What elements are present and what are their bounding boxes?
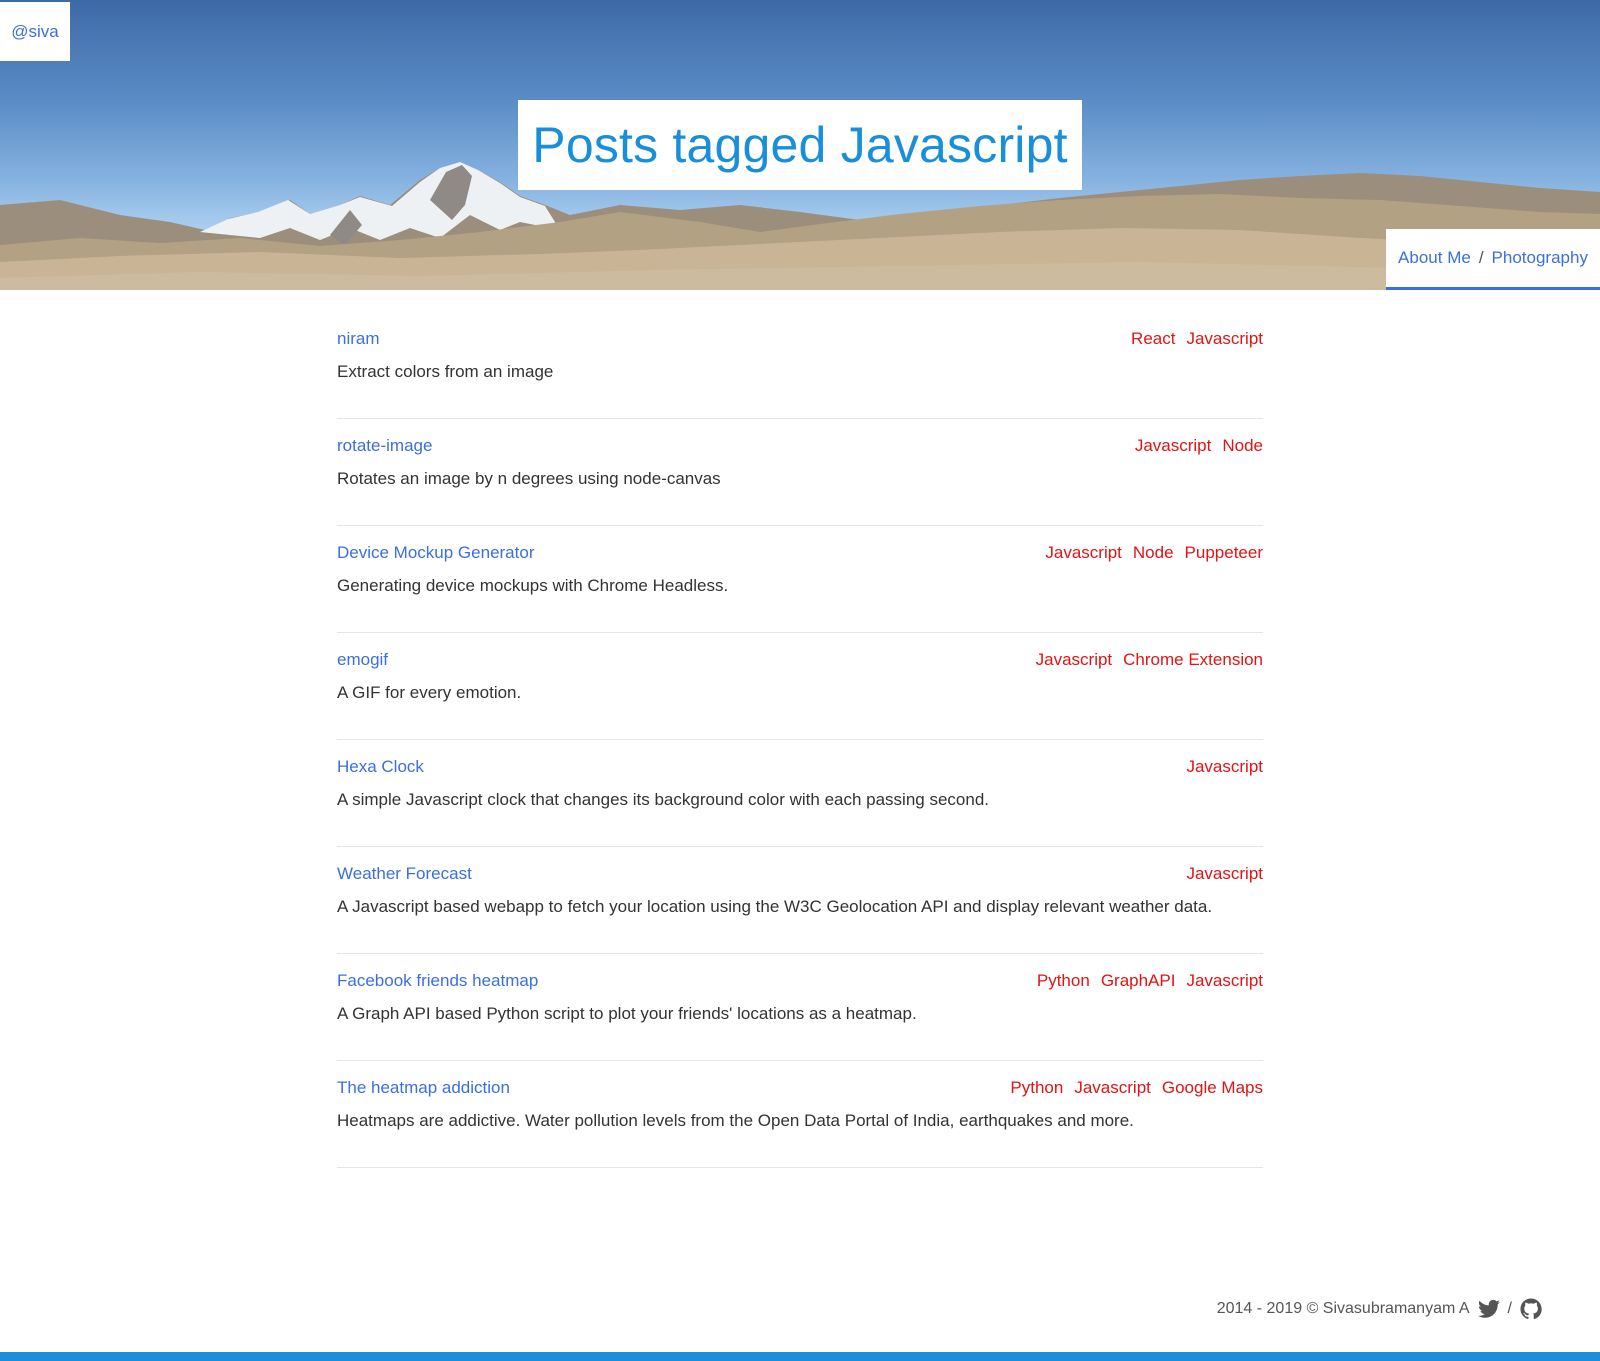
nav-photography-link[interactable]: Photography: [1492, 248, 1588, 268]
tag-link[interactable]: Chrome Extension: [1123, 650, 1263, 670]
post-title-link[interactable]: The heatmap addiction: [337, 1078, 510, 1098]
post-item: The heatmap addiction Python Javascript …: [337, 1061, 1263, 1168]
post-title-link[interactable]: niram: [337, 329, 380, 349]
post-tags: Javascript Chrome Extension: [1036, 650, 1263, 670]
post-title-link[interactable]: Weather Forecast: [337, 864, 472, 884]
post-description: Rotates an image by n degrees using node…: [337, 469, 721, 488]
post-item: Device Mockup Generator Javascript Node …: [337, 526, 1263, 633]
post-tags: Javascript Node Puppeteer: [1045, 543, 1263, 563]
home-handle-link[interactable]: @siva: [0, 2, 70, 61]
post-item: Facebook friends heatmap Python GraphAPI…: [337, 954, 1263, 1061]
tag-link[interactable]: Google Maps: [1162, 1078, 1263, 1098]
nav-about-me-link[interactable]: About Me: [1398, 248, 1471, 268]
tag-link[interactable]: Python: [1037, 971, 1090, 991]
twitter-icon[interactable]: [1477, 1299, 1500, 1319]
post-description: A GIF for every emotion.: [337, 683, 522, 702]
post-title-link[interactable]: emogif: [337, 650, 388, 670]
nav-separator: /: [1478, 248, 1484, 267]
post-tags: Python GraphAPI Javascript: [1037, 971, 1263, 991]
top-nav: About Me / Photography: [1386, 229, 1600, 290]
post-list: niram React Javascript Extract colors fr…: [337, 312, 1263, 1168]
footer-separator: /: [1507, 1300, 1512, 1317]
tag-link[interactable]: Javascript: [1186, 971, 1263, 991]
github-icon[interactable]: [1520, 1298, 1542, 1320]
post-tags: React Javascript: [1131, 329, 1263, 349]
post-tags: Javascript: [1186, 864, 1263, 884]
tag-link[interactable]: Puppeteer: [1185, 543, 1263, 563]
post-item: rotate-image Javascript Node Rotates an …: [337, 419, 1263, 526]
post-description: A Graph API based Python script to plot …: [337, 1004, 917, 1023]
post-description: Generating device mockups with Chrome He…: [337, 576, 729, 595]
tag-link[interactable]: Javascript: [1186, 329, 1263, 349]
tag-link[interactable]: Javascript: [1135, 436, 1212, 456]
post-description: Heatmaps are addictive. Water pollution …: [337, 1111, 1134, 1130]
page-title-box: Posts tagged Javascript: [518, 100, 1082, 190]
tag-link[interactable]: Javascript: [1186, 864, 1263, 884]
post-tags: Javascript: [1186, 757, 1263, 777]
tag-link[interactable]: Node: [1222, 436, 1263, 456]
tag-link[interactable]: Javascript: [1036, 650, 1113, 670]
tag-link[interactable]: Python: [1010, 1078, 1063, 1098]
post-title-link[interactable]: Facebook friends heatmap: [337, 971, 538, 991]
post-title-link[interactable]: Hexa Clock: [337, 757, 424, 777]
page-title: Posts tagged Javascript: [532, 117, 1068, 173]
post-item: emogif Javascript Chrome Extension A GIF…: [337, 633, 1263, 740]
post-title-link[interactable]: rotate-image: [337, 436, 432, 456]
tag-link[interactable]: Javascript: [1074, 1078, 1151, 1098]
post-item: Weather Forecast Javascript A Javascript…: [337, 847, 1263, 954]
tag-link[interactable]: Javascript: [1045, 543, 1122, 563]
post-title-link[interactable]: Device Mockup Generator: [337, 543, 534, 563]
post-item: niram React Javascript Extract colors fr…: [337, 312, 1263, 419]
post-tags: Javascript Node: [1135, 436, 1263, 456]
footer: 2014 - 2019 © Sivasubramanyam A /: [1217, 1298, 1542, 1320]
tag-link[interactable]: Node: [1133, 543, 1174, 563]
footer-copyright: 2014 - 2019 © Sivasubramanyam A: [1216, 1300, 1470, 1317]
tag-link[interactable]: Javascript: [1186, 757, 1263, 777]
tag-link[interactable]: GraphAPI: [1101, 971, 1176, 991]
tag-link[interactable]: React: [1131, 329, 1175, 349]
post-description: A simple Javascript clock that changes i…: [337, 790, 990, 809]
post-tags: Python Javascript Google Maps: [1010, 1078, 1263, 1098]
post-item: Hexa Clock Javascript A simple Javascrip…: [337, 740, 1263, 847]
bottom-accent-bar: [0, 1352, 1600, 1361]
post-description: A Javascript based webapp to fetch your …: [337, 897, 1213, 916]
post-description: Extract colors from an image: [337, 362, 554, 381]
